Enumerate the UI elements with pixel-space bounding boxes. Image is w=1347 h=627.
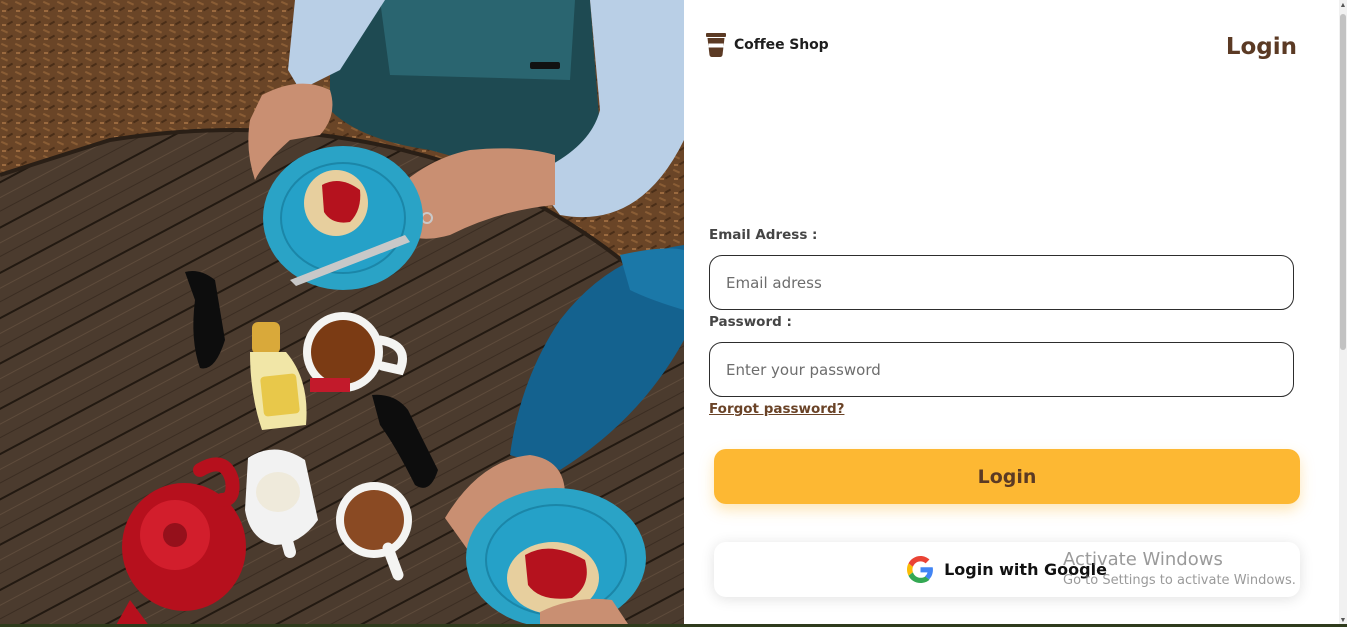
google-button-label: Login with Google [944,560,1107,579]
hero-photo-illustration [0,0,684,627]
login-panel: Coffee Shop Login Email Adress : Passwor… [684,0,1339,627]
email-input[interactable] [709,255,1294,310]
brand-logo[interactable]: Coffee Shop [706,33,829,57]
scrollbar-thumb[interactable] [1340,14,1346,350]
scroll-up-arrow-icon[interactable]: ▲ [1339,1,1347,11]
login-button[interactable]: Login [714,449,1300,504]
brand-name: Coffee Shop [734,37,829,53]
login-with-google-button[interactable]: Login with Google [714,542,1300,597]
forgot-password-link[interactable]: Forgot password? [709,401,844,417]
password-input[interactable] [709,342,1294,397]
coffee-cup-icon [706,33,726,57]
vertical-scrollbar[interactable]: ▲ ▼ [1339,0,1347,627]
google-g-icon [907,556,933,583]
password-label: Password : [709,314,792,330]
page-title: Login [1225,34,1297,60]
email-label: Email Adress : [709,227,818,243]
hero-photo [0,0,684,627]
